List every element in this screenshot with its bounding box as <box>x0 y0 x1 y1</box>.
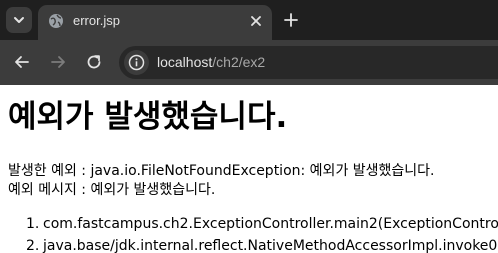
reload-icon[interactable] <box>85 53 103 71</box>
info-icon <box>128 54 145 71</box>
url-host: localhost <box>157 54 213 70</box>
tab-error-jsp[interactable]: error.jsp <box>38 5 272 40</box>
stack-trace-item: 2. java.base/jdk.internal.reflect.Native… <box>8 237 498 253</box>
url-path: /ch2/ex2 <box>212 54 266 70</box>
url-text[interactable]: localhost/ch2/ex2 <box>157 54 265 71</box>
chevron-down-icon <box>14 17 24 23</box>
stack-trace-list: 1. com.fastcampus.ch2.ExceptionControlle… <box>8 215 498 253</box>
stack-trace-item: 1. com.fastcampus.ch2.ExceptionControlle… <box>8 215 498 237</box>
site-info-button[interactable] <box>124 50 149 75</box>
arrow-right-icon[interactable] <box>49 53 67 71</box>
stack-trace-text: com.fastcampus.ch2.ExceptionController.m… <box>43 216 498 232</box>
tab-title: error.jsp <box>73 13 120 28</box>
stack-trace-text: java.base/jdk.internal.reflect.NativeMet… <box>43 238 498 253</box>
page-content: 예외가 발생했습니다. 발생한 예외 : java.io.FileNotFoun… <box>8 85 498 253</box>
exception-message-line: 예외 메시지 : 예외가 발생했습니다. <box>8 182 216 198</box>
stack-trace-number: 2. <box>26 238 40 253</box>
tab-search-button[interactable] <box>6 7 32 33</box>
stack-trace-number: 1. <box>26 216 40 232</box>
page-title: 예외가 발생했습니다. <box>8 99 288 135</box>
arrow-left-icon[interactable] <box>13 53 31 71</box>
tab-strip: error.jsp <box>0 0 498 40</box>
plus-icon[interactable] <box>282 11 300 29</box>
globe-icon <box>49 14 63 28</box>
address-bar[interactable]: localhost/ch2/ex2 <box>119 46 498 79</box>
browser-toolbar: localhost/ch2/ex2 <box>0 40 498 85</box>
close-icon[interactable] <box>248 13 264 29</box>
exception-line: 발생한 예외 : java.io.FileNotFoundException: … <box>8 163 435 179</box>
